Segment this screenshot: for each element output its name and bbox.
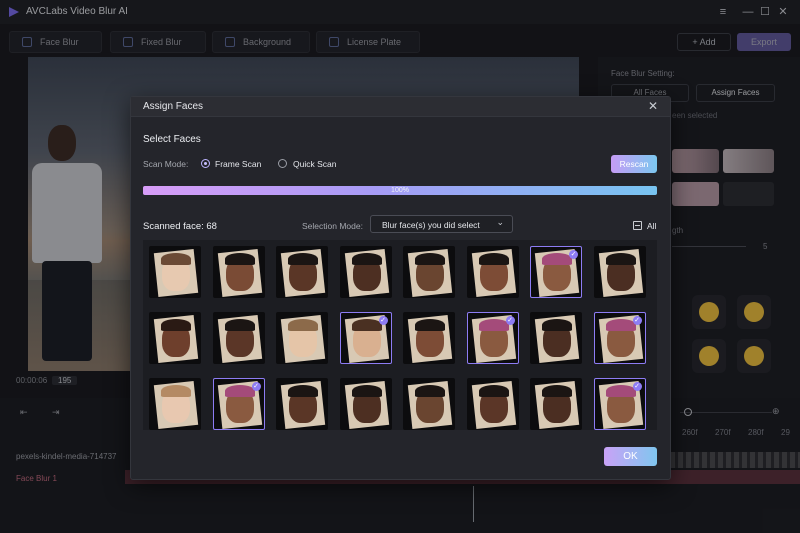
rescan-button[interactable]: Rescan bbox=[611, 155, 657, 173]
scanned-face-count: Scanned face: 68 bbox=[143, 221, 217, 232]
progress-text: 100% bbox=[391, 187, 409, 194]
scan-progress-bar: 100% bbox=[143, 186, 657, 195]
face-thumbnail[interactable]: ✓ bbox=[339, 312, 392, 364]
face-thumbnail[interactable] bbox=[212, 246, 265, 298]
scan-mode-label: Scan Mode: bbox=[143, 159, 189, 169]
face-thumbnail[interactable] bbox=[593, 246, 646, 298]
select-faces-heading: Select Faces bbox=[143, 134, 201, 145]
selection-mode-label: Selection Mode: bbox=[302, 221, 363, 231]
selection-mode-select[interactable]: Blur face(s) you did select ⌄ bbox=[370, 215, 513, 233]
face-thumbnail[interactable]: ✓ bbox=[212, 378, 265, 430]
face-grid: ✓ ✓ ✓ ✓ ✓ ✓ bbox=[143, 240, 657, 430]
check-icon: ✓ bbox=[251, 382, 261, 391]
dialog-header: Assign Faces ✕ bbox=[131, 97, 670, 117]
quick-scan-radio[interactable] bbox=[278, 159, 287, 168]
selection-mode-value: Blur face(s) you did select bbox=[382, 220, 480, 230]
face-thumbnail[interactable] bbox=[149, 312, 201, 364]
quick-scan-label[interactable]: Quick Scan bbox=[293, 159, 336, 169]
assign-faces-dialog: Assign Faces ✕ Select Faces Scan Mode: F… bbox=[130, 96, 671, 480]
face-thumbnail[interactable] bbox=[466, 246, 519, 298]
face-thumbnail[interactable] bbox=[530, 312, 582, 364]
ok-button[interactable]: OK bbox=[604, 447, 657, 466]
face-thumbnail[interactable] bbox=[149, 246, 201, 298]
face-thumbnail[interactable]: ✓ bbox=[530, 246, 582, 298]
check-icon: ✓ bbox=[632, 316, 642, 325]
dialog-title: Assign Faces bbox=[143, 101, 204, 112]
frame-scan-label[interactable]: Frame Scan bbox=[215, 159, 261, 169]
frame-scan-radio[interactable] bbox=[201, 159, 210, 168]
check-icon: ✓ bbox=[505, 316, 515, 325]
face-thumbnail[interactable] bbox=[403, 378, 455, 430]
face-thumbnail[interactable]: ✓ bbox=[466, 312, 519, 364]
face-thumbnail[interactable] bbox=[403, 312, 455, 364]
face-thumbnail[interactable] bbox=[403, 246, 455, 298]
face-thumbnail[interactable] bbox=[339, 246, 392, 298]
face-thumbnail[interactable] bbox=[276, 246, 328, 298]
face-thumbnail[interactable] bbox=[276, 312, 328, 364]
face-thumbnail[interactable] bbox=[149, 378, 201, 430]
close-icon[interactable]: ✕ bbox=[648, 99, 658, 113]
check-icon: ✓ bbox=[569, 250, 578, 259]
chevron-down-icon: ⌄ bbox=[496, 217, 504, 227]
face-thumbnail[interactable] bbox=[276, 378, 328, 430]
face-thumbnail[interactable]: ✓ bbox=[593, 312, 646, 364]
check-icon: ✓ bbox=[378, 316, 388, 325]
select-all-label[interactable]: All bbox=[647, 221, 656, 231]
face-thumbnail[interactable] bbox=[339, 378, 392, 430]
select-all-checkbox[interactable] bbox=[633, 221, 642, 230]
face-thumbnail[interactable] bbox=[212, 312, 265, 364]
face-thumbnail[interactable] bbox=[466, 378, 519, 430]
face-thumbnail[interactable] bbox=[530, 378, 582, 430]
check-icon: ✓ bbox=[632, 382, 642, 391]
face-thumbnail[interactable]: ✓ bbox=[593, 378, 646, 430]
